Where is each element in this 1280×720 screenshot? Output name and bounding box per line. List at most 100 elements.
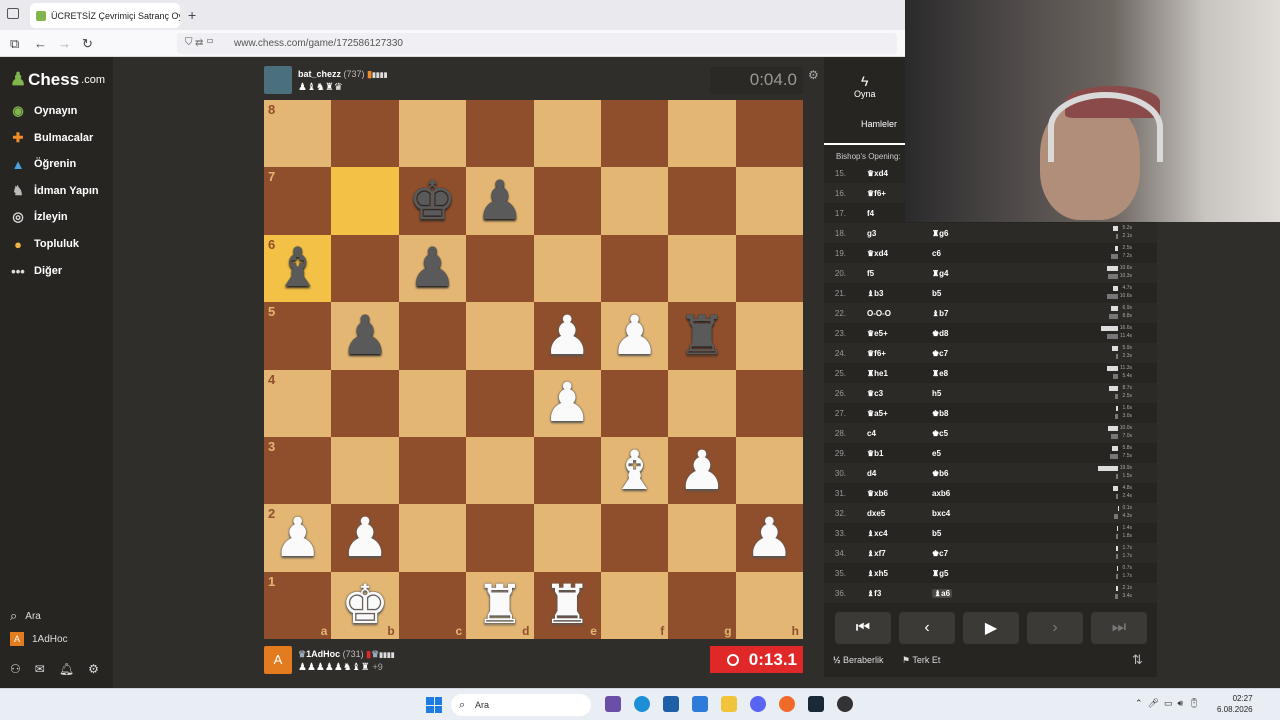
black-move[interactable]: ♚c7 (932, 349, 948, 358)
sidebar-item-train[interactable]: ♞ İdman Yapın (10, 181, 98, 201)
mail-icon[interactable]: ✉ (35, 662, 45, 676)
square-d7[interactable]: ♟ (466, 167, 534, 235)
player-name[interactable]: 1AdHoc (306, 649, 340, 659)
white-move[interactable]: ♛xd4 (867, 249, 888, 258)
square-f4[interactable] (600, 369, 669, 437)
white-move[interactable]: ♝xh5 (867, 569, 888, 578)
gear-icon[interactable]: ⚙ (88, 662, 99, 676)
sidebar-item-learn[interactable]: ▲ Öğrenin (10, 154, 77, 174)
black-move[interactable]: ♚c7 (932, 549, 948, 558)
white-king-icon[interactable]: ♚ (341, 578, 389, 632)
previous-move-button[interactable]: ‹ (899, 612, 955, 644)
black-rook-icon[interactable]: ♜ (678, 309, 726, 363)
white-rook-icon[interactable]: ♜ (543, 578, 591, 632)
white-move[interactable]: ♝xf7 (867, 549, 886, 558)
copilot-icon[interactable] (605, 696, 621, 712)
square-a2[interactable]: 2 ♟ (264, 504, 332, 572)
square-g2[interactable] (668, 504, 736, 572)
square-b5[interactable]: ♟ (331, 302, 399, 370)
black-move[interactable]: ♜e8 (932, 369, 948, 378)
square-d5[interactable] (466, 302, 534, 370)
sidebar-item-more[interactable]: ••• Diğer (10, 261, 62, 281)
square-b8[interactable] (331, 100, 399, 168)
square-d3[interactable] (466, 436, 534, 505)
square-c4[interactable] (398, 369, 467, 437)
system-tray[interactable]: ⌃ 🎤︎ ▭ 🔊︎ 🔋︎ (1135, 698, 1200, 709)
sidebar-user[interactable]: A 1AdHoc (10, 632, 68, 646)
square-h1[interactable]: h (735, 571, 803, 639)
black-move[interactable]: h5 (932, 389, 941, 398)
new-tab-button[interactable]: + (188, 7, 196, 23)
square-b7[interactable] (331, 167, 399, 235)
chess-logo[interactable]: ♟ Chess .com (10, 69, 105, 90)
square-f1[interactable]: f (600, 571, 669, 639)
black-move[interactable]: ♜g6 (932, 229, 949, 238)
sidebar-toggle-icon[interactable]: ⧉ (10, 36, 19, 52)
square-h2[interactable]: ♟ (735, 504, 803, 572)
mail-app-icon[interactable] (692, 696, 708, 712)
chess-board[interactable]: 8 7 ♚ ♟ 6 ♝ ♟ 5 ♟ ♟ ♟ ♜ 4 ♟ 3 ♝ ♟ 2 ♟ ♟ ♟ 1 a b ♚ c d ♜ e ♜ f g h (264, 100, 803, 639)
square-h8[interactable] (735, 100, 803, 168)
tab-list-icon[interactable] (7, 8, 19, 19)
white-move[interactable]: ♜he1 (867, 369, 888, 378)
white-move[interactable]: ♛c3 (867, 389, 883, 398)
square-e3[interactable] (533, 436, 601, 505)
black-move[interactable]: bxc4 (932, 509, 950, 518)
taskbar-search[interactable]: Ara (451, 694, 591, 716)
steam-icon[interactable] (808, 696, 824, 712)
square-f2[interactable] (600, 504, 669, 572)
system-clock[interactable]: 02:27 6.08.2026 (1217, 693, 1253, 715)
black-move[interactable]: ♜g5 (932, 569, 949, 578)
square-g1[interactable]: g (668, 571, 736, 639)
black-move[interactable]: b5 (932, 289, 941, 298)
forward-button[interactable]: → (58, 36, 71, 51)
square-c2[interactable] (398, 504, 467, 572)
square-f8[interactable] (600, 100, 669, 168)
square-d4[interactable] (466, 369, 534, 437)
black-pawn-icon[interactable]: ♟ (476, 174, 524, 228)
play-button[interactable]: ▶ (963, 612, 1019, 644)
white-rook-icon[interactable]: ♜ (476, 578, 524, 632)
square-h3[interactable] (735, 436, 803, 505)
square-a3[interactable]: 3 (264, 436, 332, 505)
resign-button[interactable]: ⚑ Terk Et (902, 655, 940, 666)
friends-icon[interactable]: ⚇ (10, 662, 21, 676)
avatar[interactable]: A (264, 646, 292, 674)
square-c3[interactable] (398, 436, 467, 505)
square-e7[interactable] (533, 167, 601, 235)
square-d8[interactable] (466, 100, 534, 168)
white-pawn-icon[interactable]: ♟ (678, 444, 726, 498)
square-c8[interactable] (398, 100, 467, 168)
black-move[interactable]: ♝a6 (932, 588, 953, 598)
sidebar-search[interactable]: ⌕ Ara (10, 608, 41, 624)
square-g5[interactable]: ♜ (668, 302, 736, 370)
sidebar-item-watch[interactable]: ◎ İzleyin (10, 207, 67, 227)
square-f3[interactable]: ♝ (600, 436, 669, 505)
gear-icon[interactable]: ⚙ (808, 68, 819, 82)
black-move[interactable]: axb6 (932, 489, 950, 498)
flip-board-icon[interactable]: ⇅ (1132, 652, 1143, 668)
white-move[interactable]: ♛f6+ (867, 349, 886, 358)
sidebar-item-play[interactable]: ◉ Oynayın (10, 101, 77, 121)
square-d2[interactable] (466, 504, 534, 572)
white-move[interactable]: ♝xc4 (867, 529, 888, 538)
white-move[interactable]: O-O-O (867, 309, 891, 318)
square-h7[interactable] (735, 167, 803, 235)
white-move[interactable]: ♛a5+ (867, 409, 888, 418)
square-d1[interactable]: d ♜ (466, 571, 534, 639)
black-move[interactable]: ♚b8 (932, 409, 949, 418)
white-move[interactable]: dxe5 (867, 509, 885, 518)
url-bar[interactable]: ⛉ ⇄ ▭ www.chess.com/game/172586127330 (177, 33, 897, 54)
square-e4[interactable]: ♟ (533, 369, 601, 437)
square-e6[interactable] (533, 234, 601, 303)
square-a8[interactable]: 8 (264, 100, 332, 168)
square-f5[interactable]: ♟ (600, 302, 669, 370)
black-move[interactable]: ♜g4 (932, 269, 949, 278)
white-move[interactable]: g3 (867, 229, 876, 238)
obs-icon[interactable] (837, 696, 853, 712)
black-move[interactable]: c6 (932, 249, 941, 258)
windows-start-icon[interactable] (426, 697, 442, 713)
white-move[interactable]: ♛xb6 (867, 489, 888, 498)
square-b2[interactable]: ♟ (331, 504, 399, 572)
white-pawn-icon[interactable]: ♟ (341, 511, 389, 565)
